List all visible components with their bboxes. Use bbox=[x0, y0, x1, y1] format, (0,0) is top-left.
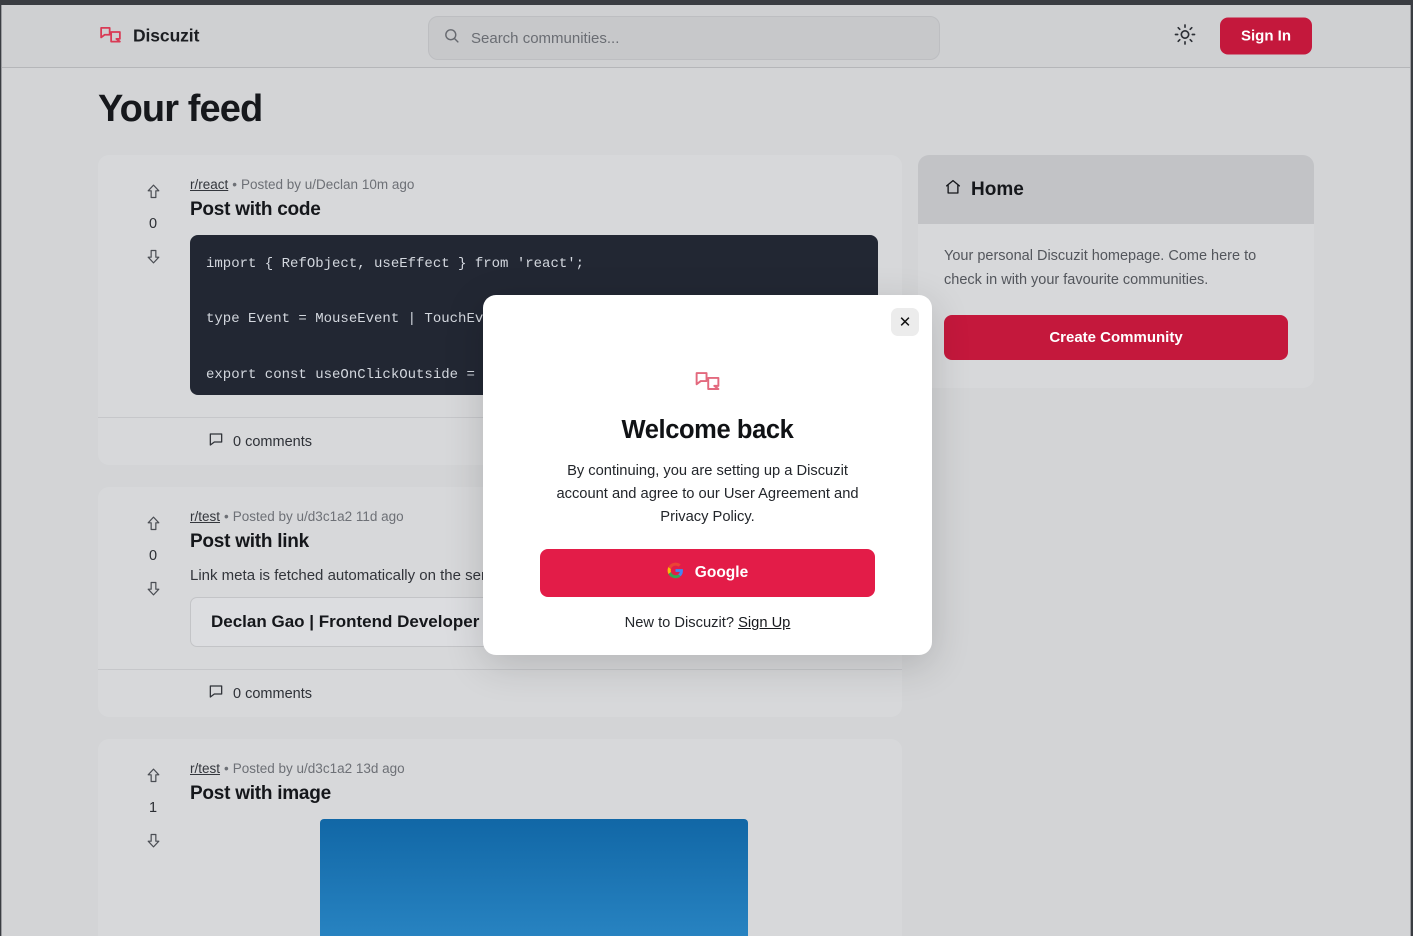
post-title[interactable]: Post with code bbox=[190, 199, 878, 221]
meta-separator: • bbox=[224, 761, 229, 776]
comment-icon bbox=[208, 431, 224, 452]
upvote-button[interactable] bbox=[143, 181, 164, 202]
modal-footer: New to Discuzit? Sign Up bbox=[540, 615, 875, 631]
header-actions: Sign In bbox=[1172, 17, 1312, 55]
comments-bar[interactable]: 0 comments bbox=[98, 669, 902, 717]
comments-count: 0 comments bbox=[233, 685, 312, 702]
signup-prompt: New to Discuzit? bbox=[624, 615, 734, 632]
home-panel-description: Your personal Discuzit homepage. Come he… bbox=[944, 248, 1257, 289]
post-title[interactable]: Post with image bbox=[190, 783, 878, 805]
sign-in-button[interactable]: Sign In bbox=[1220, 17, 1312, 55]
home-panel: Home Your personal Discuzit homepage. Co… bbox=[918, 155, 1314, 388]
site-header: Discuzit Search communities... Sign In bbox=[2, 5, 1410, 68]
search-icon bbox=[443, 27, 460, 49]
brand-name: Discuzit bbox=[133, 25, 200, 46]
page-title: Your feed bbox=[98, 88, 263, 130]
theme-toggle-button[interactable] bbox=[1172, 22, 1198, 51]
vote-score: 0 bbox=[148, 548, 158, 564]
sign-in-modal: ✕ Welcome back By continuing, you are se… bbox=[483, 295, 932, 655]
vote-column: 0 bbox=[116, 509, 190, 647]
post-card[interactable]: 1 r/test • Posted by u/d3c1a2 13d ago Po… bbox=[98, 739, 902, 936]
post-meta: r/test • Posted by u/d3c1a2 13d ago bbox=[190, 761, 878, 776]
speech-bubbles-icon bbox=[98, 24, 123, 49]
create-community-button[interactable]: Create Community bbox=[944, 314, 1288, 360]
page-viewport: Discuzit Search communities... Sign In Y… bbox=[1, 5, 1411, 936]
home-panel-body: Your personal Discuzit homepage. Come he… bbox=[918, 224, 1314, 388]
upvote-button[interactable] bbox=[143, 765, 164, 786]
vote-score: 0 bbox=[148, 216, 158, 232]
downvote-button[interactable] bbox=[143, 578, 164, 599]
community-link[interactable]: r/react bbox=[190, 177, 228, 192]
meta-separator: • bbox=[224, 509, 229, 524]
comment-icon bbox=[208, 683, 224, 704]
post-image[interactable] bbox=[320, 819, 748, 936]
modal-title: Welcome back bbox=[621, 416, 794, 444]
comments-count: 0 comments bbox=[233, 433, 312, 450]
upvote-button[interactable] bbox=[143, 513, 164, 534]
downvote-button[interactable] bbox=[143, 830, 164, 851]
sign-up-link[interactable]: Sign Up bbox=[738, 615, 790, 631]
modal-description: By continuing, you are setting up a Disc… bbox=[556, 463, 859, 525]
sun-icon bbox=[1174, 24, 1196, 49]
post-byline: Posted by u/d3c1a2 13d ago bbox=[232, 761, 405, 776]
modal-content: Welcome back By continuing, you are sett… bbox=[483, 295, 932, 631]
search-input[interactable] bbox=[471, 29, 925, 47]
vote-column: 1 bbox=[116, 761, 190, 936]
home-panel-title: Home bbox=[971, 178, 1024, 200]
home-panel-header: Home bbox=[918, 155, 1314, 224]
vote-column: 0 bbox=[116, 177, 190, 395]
browser-window: Discuzit Search communities... Sign In Y… bbox=[0, 0, 1413, 936]
post-meta: r/react • Posted by u/Declan 10m ago bbox=[190, 177, 878, 192]
speech-bubbles-icon bbox=[693, 368, 722, 402]
modal-logo bbox=[540, 368, 875, 402]
community-link[interactable]: r/test bbox=[190, 761, 220, 776]
post-byline: Posted by u/d3c1a2 11d ago bbox=[232, 509, 404, 524]
meta-separator: • bbox=[232, 177, 237, 192]
google-sign-in-button[interactable]: Google bbox=[540, 549, 875, 598]
google-g-icon bbox=[667, 562, 684, 584]
downvote-button[interactable] bbox=[143, 246, 164, 267]
google-button-label: Google bbox=[694, 564, 749, 582]
post-body: 1 r/test • Posted by u/d3c1a2 13d ago Po… bbox=[98, 739, 902, 936]
brand-logo[interactable]: Discuzit bbox=[98, 24, 199, 49]
community-link[interactable]: r/test bbox=[190, 509, 220, 524]
search-bar[interactable] bbox=[428, 16, 940, 60]
close-icon[interactable]: ✕ bbox=[891, 308, 919, 336]
post-main: r/test • Posted by u/d3c1a2 13d ago Post w… bbox=[190, 761, 884, 936]
home-icon bbox=[944, 178, 962, 201]
vote-score: 1 bbox=[148, 800, 158, 816]
sidebar: Home Your personal Discuzit homepage. Co… bbox=[918, 155, 1314, 388]
post-byline: Posted by u/Declan 10m ago bbox=[241, 177, 415, 192]
